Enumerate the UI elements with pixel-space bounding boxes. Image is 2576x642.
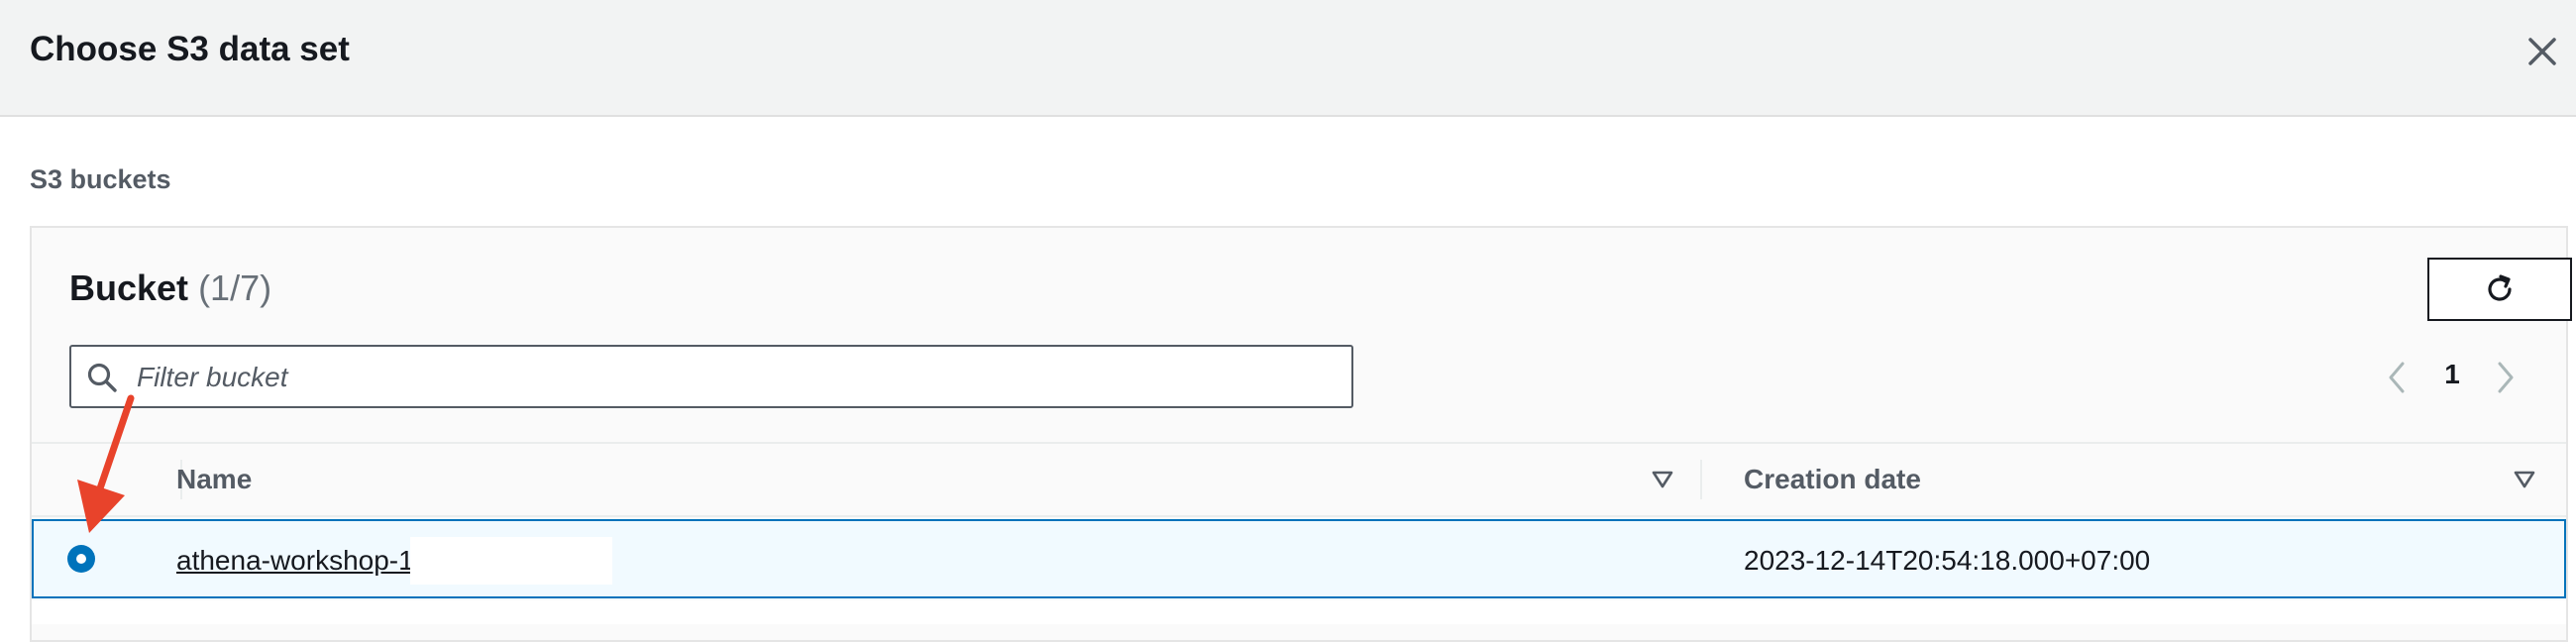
next-page-button[interactable] [2491,359,2521,396]
redaction-overlay [410,537,612,585]
previous-page-button[interactable] [2382,359,2412,396]
page-number[interactable]: 1 [2437,359,2467,398]
sort-down-icon[interactable] [1651,470,1674,489]
table-header [32,442,2566,517]
modal-header [0,0,2576,117]
filter-bucket-field[interactable] [69,345,1353,408]
close-icon [2528,38,2556,65]
modal-title: Choose S3 data set [30,30,350,68]
chevron-right-icon [2498,362,2514,393]
creation-date-cell: 2023-12-14T20:54:18.000+07:00 [1744,545,2151,576]
sort-down-icon[interactable] [2513,470,2536,489]
next-table-row [32,600,2566,624]
chevron-left-icon [2389,362,2405,393]
bucket-panel-title-text: Bucket [69,268,189,308]
refresh-button[interactable] [2427,258,2572,321]
column-header-name[interactable]: Name [176,464,252,495]
column-divider [1700,460,1702,499]
annotation-arrow-icon [77,394,135,533]
section-label: S3 buckets [30,164,171,194]
bucket-panel-title: Bucket (1/7) [69,268,271,309]
column-header-creation-date[interactable]: Creation date [1744,464,1921,495]
row-select-radio[interactable] [67,545,95,573]
radio-selected-dot [76,554,86,564]
bucket-name-link[interactable]: athena-workshop-1 [176,545,414,577]
search-icon [87,363,117,392]
close-button[interactable] [2526,36,2558,67]
filter-bucket-input[interactable] [135,355,1328,400]
refresh-icon [2488,274,2512,301]
bucket-count: (1/7) [198,268,272,308]
